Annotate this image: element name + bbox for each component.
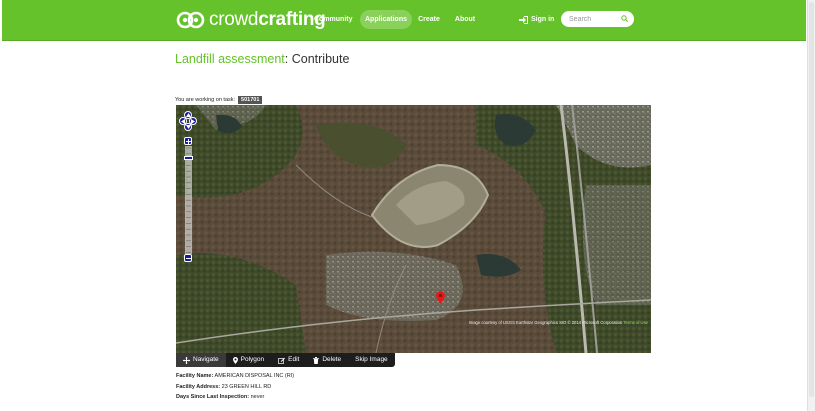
facility-name-label: Facility Name: — [176, 373, 214, 379]
page-title: Landfill assessment: Contribute — [175, 52, 349, 66]
facility-info: Facility Name: AMERICAN DISPOSAL INC (RI… — [176, 371, 294, 403]
arrow-left-icon — [181, 118, 185, 124]
zoom-slider-handle[interactable] — [184, 156, 193, 161]
crowdcrafting-logo-icon — [176, 11, 205, 29]
brand-name-light: crowd — [209, 9, 259, 30]
nav-community[interactable]: Community — [314, 10, 353, 29]
days-since-inspection-row: Days Since Last Inspection: never — [176, 392, 294, 403]
map-pin-marker-icon[interactable] — [436, 291, 445, 304]
task-id-badge: 501701 — [238, 96, 263, 104]
scrollbar-thumb[interactable] — [809, 2, 814, 397]
arrow-right-icon — [191, 118, 195, 124]
edit-button[interactable]: Edit — [271, 353, 306, 367]
zoom-in-button[interactable] — [184, 137, 192, 145]
zoom-track-ticks — [186, 147, 191, 253]
minus-icon — [185, 257, 191, 259]
edit-label: Edit — [288, 356, 300, 363]
nav-create[interactable]: Create — [416, 10, 442, 29]
terms-of-use-link[interactable]: Terms of Use — [623, 320, 648, 325]
map-toolbar: Navigate Polygon Edit Delete Skip Image — [176, 353, 395, 367]
map-pin-icon — [232, 356, 238, 364]
sign-in-link[interactable]: Sign in — [519, 10, 554, 29]
polygon-label: Polygon — [240, 356, 265, 363]
skip-image-label: Skip Image — [355, 356, 388, 363]
pan-down-button[interactable] — [184, 123, 192, 131]
page: crowdcrafting Community Applications Cre… — [0, 0, 815, 411]
page-title-suffix: : Contribute — [284, 52, 350, 66]
facility-name-row: Facility Name: AMERICAN DISPOSAL INC (RI… — [176, 371, 294, 382]
top-navbar: crowdcrafting Community Applications Cre… — [2, 0, 806, 41]
navigate-button[interactable]: Navigate — [176, 353, 226, 367]
facility-name-value: AMERICAN DISPOSAL INC (RI) — [214, 373, 295, 379]
facility-address-label: Facility Address: — [176, 383, 221, 390]
arrow-up-icon — [185, 113, 191, 117]
search-icon[interactable] — [621, 15, 628, 22]
zoom-out-button[interactable] — [184, 254, 192, 262]
facility-address-row: Facility Address: 23 GREEN HILL RD — [176, 382, 294, 393]
delete-button[interactable]: Delete — [306, 353, 348, 367]
brand-name: crowdcrafting — [209, 9, 326, 31]
delete-label: Delete — [322, 356, 342, 363]
map-attribution: Image courtesy of USGS Earthstar Geograp… — [469, 320, 648, 325]
edit-icon — [278, 357, 286, 364]
app-name-link[interactable]: Landfill assessment — [175, 52, 285, 66]
sign-in-label: Sign in — [531, 16, 555, 23]
plus-icon — [185, 138, 191, 144]
brand-logo-link[interactable]: crowdcrafting — [176, 9, 326, 31]
facility-address-value: 23 GREEN HILL RD — [221, 383, 272, 390]
days-since-inspection-value: never — [250, 394, 265, 400]
move-icon — [183, 356, 190, 364]
vertical-scrollbar[interactable] — [807, 0, 815, 411]
satellite-imagery — [176, 105, 651, 353]
skip-image-button[interactable]: Skip Image — [348, 353, 395, 367]
navigate-label: Navigate — [193, 356, 219, 363]
days-since-inspection-label: Days Since Last Inspection: — [176, 394, 250, 400]
arrow-down-icon — [185, 125, 191, 129]
task-info: You are working on task: 501701 — [175, 96, 263, 104]
attribution-text: Image courtesy of USGS Earthstar Geograp… — [468, 320, 623, 325]
search-input[interactable] — [569, 14, 619, 24]
search-box[interactable] — [561, 11, 634, 27]
polygon-button[interactable]: Polygon — [226, 353, 272, 367]
sign-in-icon — [519, 15, 528, 24]
zoom-slider-track[interactable] — [185, 146, 192, 254]
satellite-map[interactable]: Image courtesy of USGS Earthstar Geograp… — [176, 105, 651, 353]
nav-applications[interactable]: Applications — [360, 10, 412, 29]
task-label: You are working on task: — [175, 97, 236, 103]
trash-icon — [313, 356, 320, 364]
nav-about[interactable]: About — [452, 10, 478, 29]
